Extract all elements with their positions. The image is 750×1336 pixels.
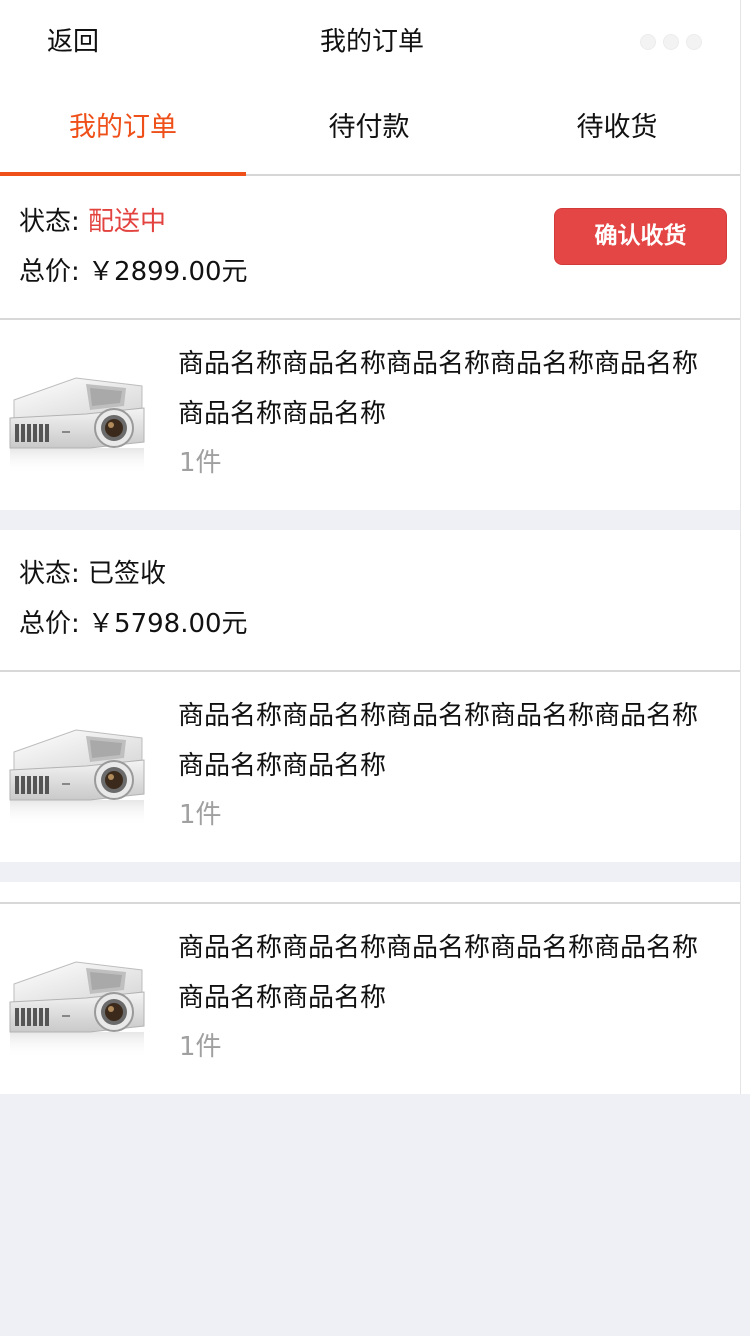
list-item[interactable]: 商品名称商品名称商品名称商品名称商品名称商品名称商品名称 1件 (0, 904, 750, 1094)
dot-icon (663, 34, 679, 50)
total-value: ￥5798.00元 (88, 609, 248, 639)
projector-image (6, 356, 148, 476)
scrollbar-track[interactable] (740, 0, 750, 1094)
product-name: 商品名称商品名称商品名称商品名称商品名称商品名称商品名称 (178, 349, 699, 429)
page-title: 我的订单 (319, 27, 424, 57)
product-quantity: 1件 (179, 1032, 222, 1062)
order-total: 总价: ￥5798.00元 (19, 604, 248, 644)
dot-icon (640, 34, 656, 50)
tab-pending-receipt[interactable]: 待收货 (494, 106, 740, 150)
projector-image (6, 940, 148, 1060)
total-value: ￥2899.00元 (88, 257, 248, 287)
status-label: 状态: (19, 559, 89, 589)
status-value: 已签收 (88, 559, 167, 589)
dot-icon (686, 34, 702, 50)
tab-my-orders[interactable]: 我的订单 (0, 106, 246, 150)
ellipsis-icon[interactable] (638, 32, 708, 52)
status-value: 配送中 (88, 207, 167, 237)
top-navigation-bar: 返回 我的订单 (0, 0, 750, 86)
product-quantity: 1件 (179, 448, 222, 478)
product-name: 商品名称商品名称商品名称商品名称商品名称商品名称商品名称 (178, 701, 699, 781)
order-tabs: 我的订单 待付款 待收货 (0, 86, 740, 176)
order-total: 总价: ￥2899.00元 (19, 252, 248, 292)
confirm-receipt-button[interactable]: 确认收货 (554, 208, 727, 265)
order-summary: 状态: 已签收 总价: ￥5798.00元 (0, 530, 750, 672)
order-summary: 状态: 配送中 总价: ￥2899.00元 确认收货 (0, 176, 750, 320)
product-quantity: 1件 (179, 800, 222, 830)
tab-pending-payment[interactable]: 待付款 (246, 106, 492, 150)
order-status: 状态: 配送中 (19, 202, 166, 242)
list-item[interactable]: 商品名称商品名称商品名称商品名称商品名称商品名称商品名称 1件 (0, 320, 750, 510)
total-label: 总价: (19, 609, 89, 639)
projector-image (6, 708, 148, 828)
total-label: 总价: (19, 257, 89, 287)
product-name: 商品名称商品名称商品名称商品名称商品名称商品名称商品名称 (178, 933, 699, 1013)
order-status: 状态: 已签收 (19, 554, 166, 594)
status-label: 状态: (19, 207, 89, 237)
list-item[interactable]: 商品名称商品名称商品名称商品名称商品名称商品名称商品名称 1件 (0, 672, 750, 862)
divider (0, 882, 750, 904)
